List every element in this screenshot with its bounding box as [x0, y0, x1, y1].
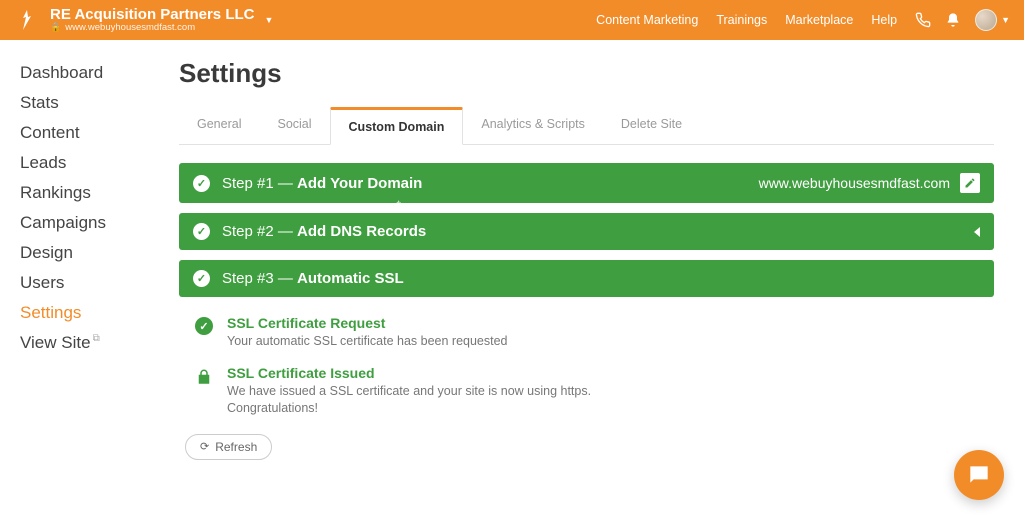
topnav: Content Marketing Trainings Marketplace …: [596, 13, 897, 27]
step-3-label: Step #3 — Automatic SSL: [222, 270, 404, 287]
step-1-label: Step #1 — Add Your Domain: [222, 175, 422, 192]
ssl-issued-block: SSL Certificate Issued We have issued a …: [179, 357, 994, 424]
topbar: RE Acquisition Partners LLC 🔒 www.webuyh…: [0, 0, 1024, 40]
ssl-issued-heading: SSL Certificate Issued: [227, 365, 647, 381]
page-title: Settings: [179, 58, 994, 89]
tab-general[interactable]: General: [179, 107, 259, 144]
step-2-label: Step #2 — Add DNS Records: [222, 223, 426, 240]
sidebar-item-dashboard[interactable]: Dashboard: [20, 58, 165, 88]
step-1-domain-value: www.webuyhousesmdfast.com: [759, 175, 950, 191]
collapse-left-icon: [974, 227, 980, 237]
step-2-bar[interactable]: ✓ Step #2 — Add DNS Records: [179, 213, 994, 250]
chevron-down-icon: ▼: [1001, 15, 1010, 25]
ssl-request-heading: SSL Certificate Request: [227, 315, 508, 331]
nav-help[interactable]: Help: [871, 13, 897, 27]
edit-icon[interactable]: [960, 173, 980, 193]
tab-analytics-scripts[interactable]: Analytics & Scripts: [463, 107, 603, 144]
ssl-request-sub: Your automatic SSL certificate has been …: [227, 333, 508, 351]
sidebar-item-design[interactable]: Design: [20, 238, 165, 268]
step-3-bar[interactable]: ✓ Step #3 — Automatic SSL: [179, 260, 994, 297]
sidebar-item-users[interactable]: Users: [20, 268, 165, 298]
sidebar-item-leads[interactable]: Leads: [20, 148, 165, 178]
refresh-icon: ⟳: [200, 440, 209, 453]
sidebar-item-view-site[interactable]: View Site⧉: [20, 328, 165, 358]
org-switcher[interactable]: RE Acquisition Partners LLC 🔒 www.webuyh…: [50, 7, 254, 34]
sidebar-item-settings[interactable]: Settings: [20, 298, 165, 328]
ssl-request-block: ✓ SSL Certificate Request Your automatic…: [179, 307, 994, 357]
phone-icon[interactable]: [915, 12, 931, 28]
ssl-issued-sub: We have issued a SSL certificate and you…: [227, 383, 647, 418]
lock-icon: [195, 367, 213, 418]
avatar: [975, 9, 997, 31]
step-1-bar[interactable]: ✓ Step #1 — Add Your Domain www.webuyhou…: [179, 163, 994, 203]
sidebar-item-rankings[interactable]: Rankings: [20, 178, 165, 208]
refresh-button[interactable]: ⟳ Refresh: [185, 434, 272, 460]
sidebar-item-campaigns[interactable]: Campaigns: [20, 208, 165, 238]
nav-trainings[interactable]: Trainings: [716, 13, 767, 27]
bell-icon[interactable]: [945, 12, 961, 28]
org-domain: 🔒 www.webuyhousesmdfast.com: [50, 23, 254, 33]
user-menu[interactable]: ▼: [975, 9, 1010, 31]
chat-launcher[interactable]: [954, 450, 1004, 500]
external-link-icon: ⧉: [93, 333, 100, 344]
check-circle-icon: ✓: [195, 317, 213, 335]
nav-content-marketing[interactable]: Content Marketing: [596, 13, 698, 27]
sidebar-item-stats[interactable]: Stats: [20, 88, 165, 118]
lock-icon: 🔒: [50, 23, 61, 33]
sidebar: Dashboard Stats Content Leads Rankings C…: [0, 40, 165, 460]
tab-delete-site[interactable]: Delete Site: [603, 107, 700, 144]
org-caret-icon[interactable]: ▼: [264, 15, 273, 25]
tab-custom-domain[interactable]: Custom Domain: [330, 107, 464, 145]
check-icon: ✓: [193, 270, 210, 287]
main-content: Settings General Social Custom Domain An…: [165, 40, 1024, 460]
brand-logo-icon: [14, 8, 40, 32]
tab-social[interactable]: Social: [259, 107, 329, 144]
check-icon: ✓: [193, 175, 210, 192]
check-icon: ✓: [193, 223, 210, 240]
tabs: General Social Custom Domain Analytics &…: [179, 107, 994, 145]
sidebar-item-content[interactable]: Content: [20, 118, 165, 148]
org-name: RE Acquisition Partners LLC: [50, 7, 254, 24]
nav-marketplace[interactable]: Marketplace: [785, 13, 853, 27]
